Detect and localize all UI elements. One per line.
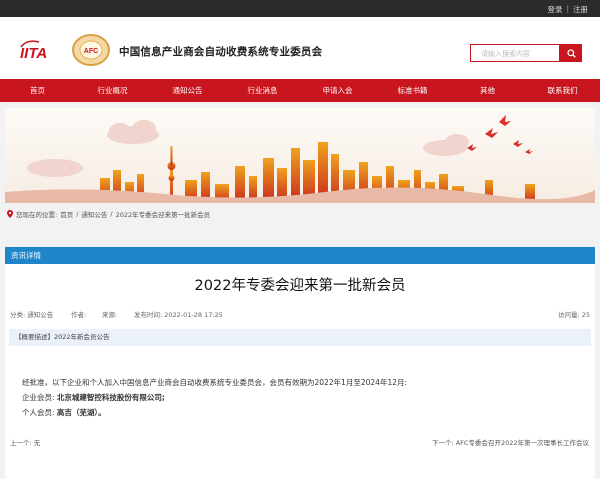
site-header: IITA AFC 中国信息产业商会自动收费系统专业委员会 请输入搜索内容 xyxy=(0,17,600,79)
breadcrumb-current: 2022年专委会迎来第一批新会员 xyxy=(115,211,211,219)
article-panel: 资讯详情 2022年专委会迎来第一批新会员 分类: 通知公告 作者: 来源: 发… xyxy=(5,247,595,479)
auth-links: 登录 | 注册 xyxy=(547,4,588,15)
nav-standards-books[interactable]: 标准书籍 xyxy=(375,79,450,102)
article-body: 经批准，以下企业和个人加入中国信息产业商会自动收费系统专业委员会，会员有效期为2… xyxy=(22,375,407,420)
search-button[interactable] xyxy=(560,44,582,62)
site-title: 中国信息产业商会自动收费系统专业委员会 xyxy=(119,46,323,58)
iita-logo-text: IITA xyxy=(20,45,47,61)
afc-logo-text: AFC xyxy=(84,48,98,55)
main-nav: 首页 行业概况 通知公告 行业消息 申请入会 标准书籍 其他 联系我们 xyxy=(0,79,600,102)
breadcrumb-separator: / xyxy=(76,210,79,218)
breadcrumb: 您现在的位置: 首页 / 通知公告 / 2022年专委会迎来第一批新会员 xyxy=(7,209,210,219)
body-corporate-member: 企业会员: 北京城建智控科技股份有限公司; xyxy=(22,390,407,405)
next-article-link[interactable]: 下一个: AFC专委会召开2022年第一次理事长工作会议 xyxy=(432,437,589,447)
body-individual-member: 个人会员: 高吉（芜湖）。 xyxy=(22,405,407,420)
banner-birds xyxy=(467,115,533,154)
search-input[interactable]: 请输入搜索内容 xyxy=(470,44,560,62)
corporate-member-label: 企业会员: xyxy=(22,393,55,402)
breadcrumb-prefix: 您现在的位置: xyxy=(16,211,58,219)
article-title: 2022年专委会迎来第一批新会员 xyxy=(194,278,406,294)
location-pin-icon xyxy=(7,210,13,218)
meta-source: 来源: xyxy=(102,311,118,319)
nav-apply-membership[interactable]: 申请入会 xyxy=(300,79,375,102)
individual-member-label: 个人会员: xyxy=(22,408,55,417)
banner-clouds xyxy=(27,120,469,177)
individual-member-value: 高吉（芜湖）。 xyxy=(56,408,106,417)
banner-illustration xyxy=(5,115,595,203)
breadcrumb-home[interactable]: 首页 xyxy=(60,209,73,219)
breadcrumb-section[interactable]: 通知公告 xyxy=(81,209,107,219)
prev-article-link[interactable]: 上一个: 无 xyxy=(10,437,40,447)
hero-banner xyxy=(5,108,595,203)
nav-industry-news[interactable]: 行业消息 xyxy=(225,79,300,102)
auth-separator: | xyxy=(566,4,569,13)
meta-published: 发布时间: 2022-01-28 17:25 xyxy=(134,311,223,319)
search-icon xyxy=(566,48,576,58)
nav-notices[interactable]: 通知公告 xyxy=(150,79,225,102)
top-bar: 登录 | 注册 xyxy=(0,0,600,17)
nav-industry-overview[interactable]: 行业概况 xyxy=(75,79,150,102)
nav-other[interactable]: 其他 xyxy=(450,79,525,102)
meta-views: 访问量: 25 xyxy=(557,311,590,319)
afc-logo[interactable]: AFC xyxy=(71,33,111,67)
nav-home[interactable]: 首页 xyxy=(0,79,75,102)
body-paragraph: 经批准，以下企业和个人加入中国信息产业商会自动收费系统专业委员会，会员有效期为2… xyxy=(22,378,408,387)
nav-contact[interactable]: 联系我们 xyxy=(525,79,600,102)
breadcrumb-separator: / xyxy=(110,210,113,218)
iita-logo[interactable]: IITA xyxy=(17,39,65,61)
article-summary: 【概要描述】2022年新会员公告 xyxy=(9,329,591,346)
register-link[interactable]: 注册 xyxy=(573,4,588,15)
login-link[interactable]: 登录 xyxy=(547,4,562,15)
meta-category: 分类: 通知公告 xyxy=(10,311,54,319)
meta-author: 作者: xyxy=(71,311,87,319)
corporate-member-value: 北京城建智控科技股份有限公司; xyxy=(56,393,165,402)
panel-header: 资讯详情 xyxy=(5,247,595,264)
